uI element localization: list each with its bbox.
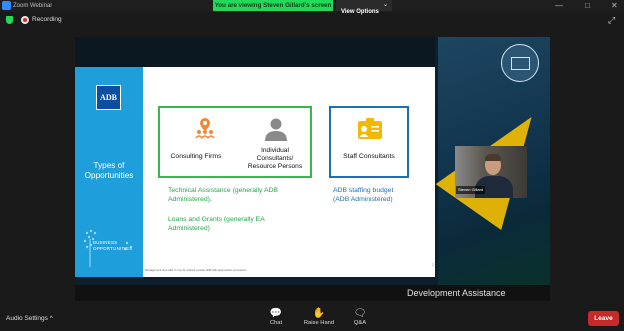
app-title: Zoom Webinar [13,3,53,9]
individual-consultant-icon [265,118,287,141]
loans-grants-text: Loans and Grants (generally EA Administe… [168,216,265,232]
chat-icon: 💬 [269,308,283,319]
staffing-budget-text: ADB staffing budget (ADB Administered) [333,187,394,203]
recording-label: Recording [32,16,62,23]
consulting-firm-icon [195,118,215,139]
hand-icon: ✋ [312,308,326,319]
slide-footer: Management and staff. It may be shared o… [145,268,248,272]
leave-button[interactable]: Leave [588,311,619,326]
view-options-label: View Options [341,9,379,15]
background-caption: Development Assistance [407,288,506,298]
individual-consultants-label: Individual Consultants/ Resource Persons [247,147,303,170]
audio-settings-label: Audio Settings [6,315,48,322]
fullscreen-icon[interactable]: ⤢ [608,15,615,25]
qa-icon: 🗨 [353,308,367,319]
consulting-firms-label: Consulting Firms [170,153,222,160]
chevron-down-icon: ⌄ [382,2,388,8]
background-strip [75,37,435,67]
zoom-app-icon [2,1,11,10]
qa-label: Q&A [353,320,367,326]
staff-consultants-label: Staff Consultants [343,153,395,160]
meeting-toolbar: Audio Settings ^ 💬 Chat ✋ Raise Hand 🗨 Q… [0,306,624,331]
chevron-up-icon: ^ [49,315,53,322]
screen-share-banner-text: You are viewing Steven Gillard's screen [214,2,332,9]
leave-label: Leave [594,315,613,322]
speaker-video-tile[interactable]: Steven Gillard [455,146,527,198]
presentation-slide: ADB Types of Opportunities BUSINESS OPPO… [75,67,435,277]
recording-icon [21,16,29,24]
raise-hand-button[interactable]: ✋ Raise Hand [299,308,339,330]
adb-logo-text: ADB [100,93,117,102]
screen-share-banner: You are viewing Steven Gillard's screen [213,0,333,11]
maximize-icon[interactable]: □ [585,0,590,11]
slide-sidebar-title: Types of Opportunities [84,161,134,180]
qa-button[interactable]: 🗨 Q&A [340,308,380,330]
speaker-hair [485,154,501,161]
audio-settings-button[interactable]: Audio Settings ^ [6,314,53,324]
view-options-button[interactable]: View Options ⌄ [336,0,392,15]
chat-button[interactable]: 💬 Chat [256,308,296,330]
close-icon[interactable]: ✕ [611,0,618,11]
id-badge-icon [358,118,382,139]
minimize-icon[interactable]: — [555,0,563,11]
staff-consultants-box: Staff Consultants [329,106,409,178]
raise-hand-label: Raise Hand [303,320,335,326]
presentation-emblem-icon [501,44,539,82]
external-consultants-box: Consulting Firms Individual Consultants/… [158,106,312,178]
participant-name-label: Steven Gillard [456,186,486,194]
adb-logo: ADB [96,85,121,110]
chat-label: Chat [269,320,283,326]
technical-assistance-text: Technical Assistance (generally ADB Admi… [168,187,278,203]
slide-sidebar: ADB Types of Opportunities BUSINESS OPPO… [75,67,143,277]
slide-page-number: 2 [432,263,434,267]
business-opportunities-text: BUSINESS OPPORTUNITIES [93,240,133,251]
security-shield-icon[interactable] [6,16,13,24]
